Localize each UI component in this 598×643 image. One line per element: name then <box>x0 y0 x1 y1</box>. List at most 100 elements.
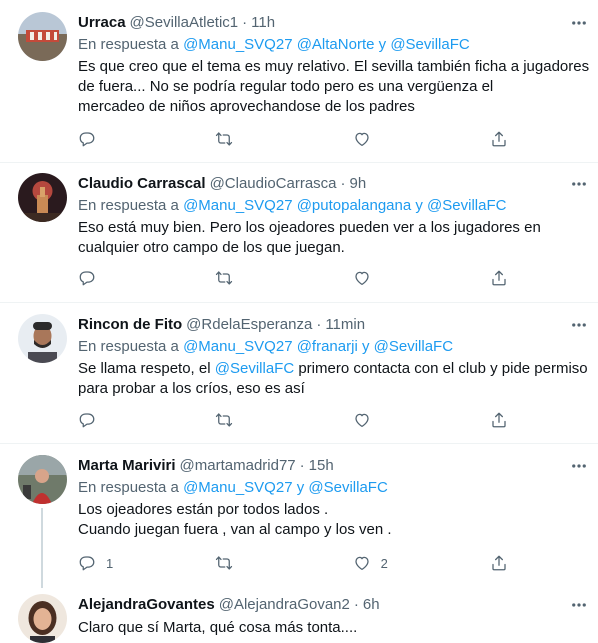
display-name[interactable]: Claudio Carrascal <box>78 173 206 195</box>
like-button[interactable] <box>353 411 413 429</box>
tweet[interactable]: Rincon de Fito @RdelaEsperanza · 11min E… <box>0 314 598 434</box>
tweet-text-line: para probar a los críos, eso es así <box>78 380 305 397</box>
share-icon <box>492 131 506 147</box>
like-button[interactable] <box>353 269 413 287</box>
mention-link[interactable]: @SevillaFC <box>427 197 506 214</box>
tweet[interactable]: Marta Mariviri @martamadrid77 · 15h En r… <box>0 455 598 580</box>
tweet-actions <box>78 267 508 289</box>
timestamp[interactable]: 11h <box>251 12 275 34</box>
reply-icon <box>79 271 95 286</box>
reply-button[interactable] <box>78 269 138 287</box>
reply-context: En respuesta a @Manu_SVQ27 @putopalangan… <box>78 196 588 216</box>
tweet-divider <box>0 302 598 303</box>
tweet-text: Es que creo que el tema es muy relativo.… <box>78 57 589 117</box>
user-handle[interactable]: @ClaudioCarrasca <box>210 173 337 195</box>
text-segment: Se llama respeto, el <box>78 360 215 377</box>
share-icon <box>492 270 506 286</box>
reply-conjunction: y <box>296 479 305 496</box>
display-name[interactable]: Marta Mariviri <box>78 455 176 477</box>
separator-dot: · <box>353 596 359 613</box>
tweet-text-line: de fuera... No se podría regular todo pe… <box>78 78 494 95</box>
share-button[interactable] <box>490 130 508 148</box>
reply-button[interactable] <box>78 411 138 429</box>
retweet-button[interactable] <box>215 411 275 429</box>
share-button[interactable] <box>490 411 508 429</box>
user-handle[interactable]: @martamadrid77 <box>180 455 296 477</box>
tweet-text: Claro que sí Marta, qué cosa más tonta..… <box>78 618 588 638</box>
share-button[interactable] <box>490 269 508 287</box>
display-name[interactable]: AlejandraGovantes <box>78 594 215 616</box>
mention-link[interactable]: @Manu_SVQ27 <box>183 36 292 53</box>
avatar[interactable] <box>18 455 67 504</box>
separator-dot: · <box>316 316 322 333</box>
mention-link[interactable]: @SevillaFC <box>374 338 453 355</box>
more-horizontal-icon[interactable] <box>568 12 590 34</box>
timestamp[interactable]: 6h <box>363 594 380 616</box>
timestamp[interactable]: 11min <box>325 314 365 336</box>
like-button[interactable] <box>353 130 413 148</box>
reply-conjunction: y <box>415 197 423 214</box>
reply-conjunction: y <box>361 338 370 355</box>
mention-link[interactable]: @SevillaFC <box>308 479 387 496</box>
more-horizontal-icon[interactable] <box>568 173 590 195</box>
avatar[interactable] <box>18 12 67 61</box>
mention-link[interactable]: @putopalangana <box>297 197 412 214</box>
more-horizontal-icon[interactable] <box>568 455 590 477</box>
more-horizontal-icon[interactable] <box>568 594 590 616</box>
reply-context: En respuesta a @Manu_SVQ27 @AltaNorte y … <box>78 35 588 55</box>
tweet[interactable]: AlejandraGovantes @AlejandraGovan2 · 6h … <box>0 594 598 643</box>
timestamp[interactable]: 9h <box>350 173 367 195</box>
user-handle[interactable]: @SevillaAtletic1 <box>130 12 239 34</box>
tweet-text-line: Los ojeadores están por todos lados . <box>78 501 329 518</box>
mention-link[interactable]: @Manu_SVQ27 <box>183 479 292 496</box>
reply-prefix: En respuesta a <box>78 479 179 496</box>
retweet-icon <box>216 271 233 285</box>
reply-context: En respuesta a @Manu_SVQ27 y @SevillaFC <box>78 478 588 498</box>
separator-dot: · <box>242 14 248 31</box>
mention-link[interactable]: @SevillaFC <box>390 36 469 53</box>
share-icon <box>492 555 506 571</box>
like-count: 2 <box>380 555 388 571</box>
tweet[interactable]: Claudio Carrascal @ClaudioCarrasca · 9h … <box>0 173 598 293</box>
timestamp[interactable]: 15h <box>309 455 334 477</box>
reply-icon <box>79 556 95 571</box>
tweet-text-line: mercadeo de niños aprovechandose de los … <box>78 98 415 115</box>
tweet-header: Claudio Carrascal @ClaudioCarrasca · 9h <box>78 173 588 195</box>
tweet[interactable]: Urraca @SevillaAtletic1 · 11h En respues… <box>0 12 598 152</box>
retweet-button[interactable] <box>215 130 275 148</box>
retweet-button[interactable] <box>215 269 275 287</box>
reply-conjunction: y <box>378 36 387 53</box>
retweet-icon <box>216 556 233 570</box>
tweet-text: Los ojeadores están por todos lados . Cu… <box>78 500 588 540</box>
reply-prefix: En respuesta a <box>78 197 179 214</box>
mention-link[interactable]: @Manu_SVQ27 <box>183 338 292 355</box>
display-name[interactable]: Urraca <box>78 12 126 34</box>
retweet-button[interactable] <box>215 554 275 572</box>
mention-link[interactable]: @Manu_SVQ27 <box>183 197 292 214</box>
retweet-icon <box>216 413 233 427</box>
reply-context: En respuesta a @Manu_SVQ27 @franarji y @… <box>78 337 588 357</box>
avatar[interactable] <box>18 173 67 222</box>
tweet-text-line: Eso está muy bien. Pero los ojeadores pu… <box>78 219 541 236</box>
more-horizontal-icon[interactable] <box>568 314 590 336</box>
tweet-text: Eso está muy bien. Pero los ojeadores pu… <box>78 218 588 258</box>
tweet-text-line: Cuando juegan fuera , van al campo y los… <box>78 521 392 538</box>
heart-icon <box>355 413 369 428</box>
user-handle[interactable]: @RdelaEsperanza <box>186 314 312 336</box>
tweet-divider <box>0 162 598 163</box>
mention-link[interactable]: @AltaNorte <box>297 36 375 53</box>
reply-icon <box>79 413 95 428</box>
user-handle[interactable]: @AlejandraGovan2 <box>219 594 350 616</box>
text-segment: primero contacta con el club y pide perm… <box>294 360 588 377</box>
share-button[interactable] <box>490 554 508 572</box>
display-name[interactable]: Rincon de Fito <box>78 314 182 336</box>
like-button[interactable]: 2 <box>353 554 413 572</box>
avatar[interactable] <box>18 314 67 363</box>
avatar[interactable] <box>18 594 67 643</box>
reply-button[interactable] <box>78 130 138 148</box>
mention-link[interactable]: @franarji <box>297 338 358 355</box>
mention-link[interactable]: @SevillaFC <box>215 360 294 377</box>
reply-icon <box>79 132 95 147</box>
reply-button[interactable]: 1 <box>78 554 138 572</box>
tweet-header: AlejandraGovantes @AlejandraGovan2 · 6h <box>78 594 588 616</box>
